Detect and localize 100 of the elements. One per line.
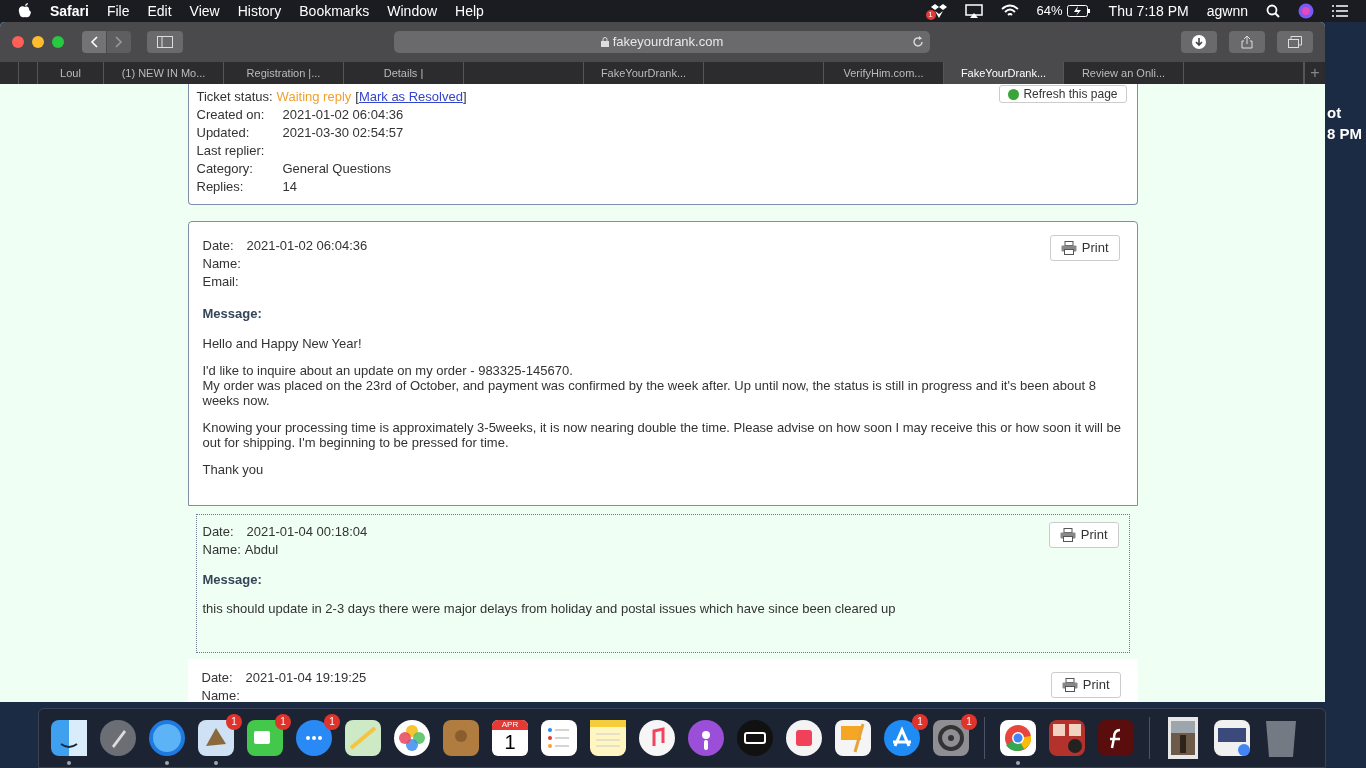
- tabs-icon: [1288, 36, 1302, 48]
- message-paragraph: Knowing your processing time is approximately 3-5weeks, it is now nearing double the time. Please advise on how soon I may receive this or how soon it will be out for shipping. I'm beginning to be pressed for time.: [202, 419, 1122, 450]
- print-button[interactable]: Print: [1049, 235, 1120, 261]
- battery-charging-icon[interactable]: [1066, 5, 1091, 17]
- podcast-icon[interactable]: [686, 718, 726, 758]
- dropbox-icon[interactable]: [930, 4, 947, 18]
- notification-badge: 1: [275, 714, 291, 730]
- chat-bubble-icon[interactable]: [294, 718, 334, 758]
- field-label: Created on:: [196, 106, 266, 125]
- message-heading: Message:: [202, 305, 263, 323]
- menu-item[interactable]: Help: [455, 0, 484, 22]
- address-book-icon[interactable]: [441, 718, 481, 758]
- field-value: 2021-01-04 19:19:25: [245, 669, 367, 688]
- printer-icon: [1061, 678, 1078, 692]
- download-icon: [1192, 35, 1206, 49]
- field-value: Abdul: [244, 540, 279, 559]
- address-bar[interactable]: fakeyourdrank.com: [394, 31, 930, 53]
- share-icon: [1241, 35, 1253, 49]
- smiling-face-icon[interactable]: [49, 718, 89, 758]
- field-label: Last replier:: [196, 142, 266, 161]
- field-label: Name:: [201, 687, 240, 702]
- field-label: Ticket status:: [196, 88, 273, 107]
- refresh-icon: [1008, 88, 1020, 100]
- search-icon[interactable]: [1266, 4, 1280, 18]
- list-icon[interactable]: [1332, 5, 1348, 17]
- news-icon[interactable]: [784, 718, 824, 758]
- notification-badge: 1: [925, 10, 936, 20]
- message-paragraph: this should update in 2-3 days there were major delays from holiday and postal issues which have since been cleared up: [202, 601, 897, 616]
- print-button[interactable]: Print: [1048, 521, 1119, 548]
- field-value: General Questions: [282, 160, 391, 179]
- notification-badge: 1: [912, 714, 928, 730]
- field-label: Name:: [202, 255, 241, 274]
- screen-mirroring-icon[interactable]: [964, 4, 983, 18]
- field-value: 2021-01-04 00:18:04: [246, 522, 368, 541]
- apple-logo-icon[interactable]: [18, 3, 32, 19]
- menu-item[interactable]: Bookmarks: [299, 0, 370, 22]
- message-paragraph: Thank you: [202, 461, 265, 477]
- sidebar-button[interactable]: [147, 31, 183, 53]
- tabs-overview-button[interactable]: [1277, 31, 1313, 53]
- close-window-icon[interactable]: [12, 36, 24, 48]
- battery-percentage: 64%: [1036, 2, 1063, 21]
- ticket-status: Waiting reply: [276, 88, 352, 107]
- lock-icon: [600, 37, 609, 47]
- clock[interactable]: Thu 7:18 PM: [1108, 0, 1189, 22]
- bracket-text: [: [355, 88, 359, 107]
- field-label: Email:: [202, 273, 239, 292]
- refresh-button[interactable]: Refresh this page: [999, 85, 1127, 103]
- browser-icon[interactable]: [998, 718, 1038, 758]
- field-label: Date:: [201, 669, 234, 688]
- flash-icon[interactable]: [1096, 718, 1136, 758]
- notification-badge: 1: [226, 714, 242, 730]
- menu-item[interactable]: History: [237, 0, 282, 22]
- minimize-window-icon[interactable]: [32, 36, 44, 48]
- field-value: 2021-01-02 06:04:36: [246, 237, 368, 256]
- desktop-label: 8 PM: [1327, 124, 1362, 144]
- bracket-text: ]: [462, 88, 467, 107]
- field-label: Updated:: [196, 124, 251, 143]
- message-paragraph: Hello and Happy New Year!: [202, 335, 363, 351]
- field-label: Category:: [196, 160, 254, 179]
- chevron-right-icon: [115, 36, 123, 48]
- field-value: 2021-03-30 02:54:57: [282, 124, 404, 143]
- print-button[interactable]: Print: [1050, 672, 1121, 698]
- back-button[interactable]: [82, 31, 106, 53]
- field-label: Date:: [202, 237, 235, 256]
- menu-item[interactable]: File: [106, 0, 130, 22]
- reload-icon[interactable]: [912, 36, 924, 48]
- notepad-icon[interactable]: [588, 718, 628, 758]
- tv-icon[interactable]: [735, 718, 775, 758]
- zoom-window-icon[interactable]: [52, 36, 64, 48]
- field-label: Name:: [202, 540, 241, 559]
- notification-badge: 1: [961, 714, 977, 730]
- menu-item[interactable]: Window: [387, 0, 438, 22]
- field-label: Replies:: [196, 178, 245, 197]
- app-store-icon[interactable]: [882, 718, 922, 758]
- field-value: 2021-01-02 06:04:36: [282, 106, 404, 125]
- message-paragraph: I'd like to inquire about an update on my order - 983325-145670. My order was placed on the 23rd of October, and payment was confirmed by the week after. Up until now, the status is still in progress and it's been about 8 weeks now.: [202, 362, 1097, 408]
- download-button[interactable]: [1181, 31, 1217, 53]
- notification-badge: 1: [324, 714, 340, 730]
- user-name[interactable]: agwnn: [1206, 0, 1248, 22]
- printer-icon: [1060, 241, 1077, 255]
- url-text: fakeyourdrank.com: [612, 33, 724, 52]
- wifi-icon[interactable]: [1000, 4, 1019, 18]
- browser-tab[interactable]: FakeYourDrank...: [944, 62, 1064, 84]
- mark-resolved-link[interactable]: Mark as Resolved: [358, 87, 463, 107]
- field-value: 14: [282, 178, 297, 197]
- flower-icon[interactable]: [392, 718, 432, 758]
- message-heading: Message:: [202, 570, 263, 589]
- desktop-label: ot: [1327, 103, 1343, 123]
- menu-item[interactable]: View: [189, 0, 220, 22]
- video-icon[interactable]: [245, 718, 285, 758]
- window-thumbnail-icon[interactable]: [1212, 718, 1252, 758]
- siri-icon[interactable]: [1298, 3, 1314, 19]
- calendar-icon[interactable]: APR 1: [492, 720, 528, 756]
- chevron-left-icon: [90, 36, 98, 48]
- app-menu[interactable]: Safari: [50, 0, 89, 22]
- new-tab-button[interactable]: +: [1304, 62, 1325, 84]
- sidebar-icon: [157, 36, 173, 48]
- checklist-icon[interactable]: [539, 718, 579, 758]
- printer-icon: [1059, 527, 1076, 542]
- menu-item[interactable]: Edit: [147, 0, 172, 22]
